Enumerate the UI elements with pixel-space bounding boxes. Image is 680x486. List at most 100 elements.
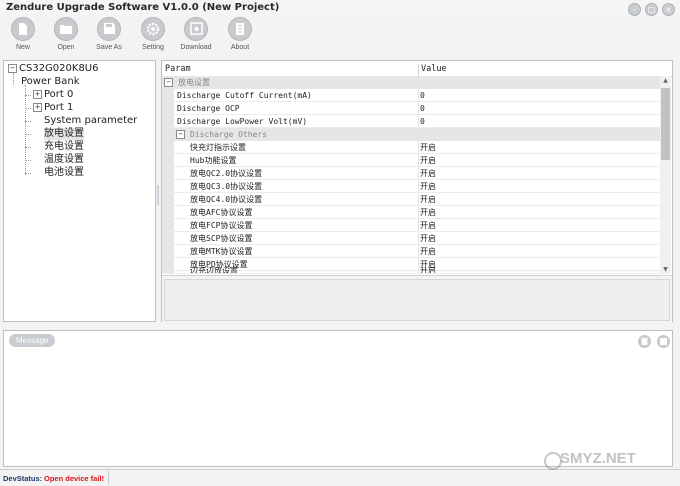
table-row[interactable]: 放电QC3.0协议设置 开启 — [162, 180, 660, 193]
table-row[interactable]: 放电FCP协议设置 开启 — [162, 219, 660, 232]
grid-scrollbar[interactable]: ▲ ▼ — [660, 76, 671, 274]
description-area — [162, 275, 672, 322]
table-row[interactable]: Hub功能设置 开启 — [162, 154, 660, 167]
toolbar: New Open Save As Setting Download About — [0, 16, 680, 56]
save-as-label: Save As — [96, 44, 122, 51]
tree-item-label: Port 1 — [44, 102, 74, 113]
tree-item-label: 电池设置 — [44, 167, 84, 178]
message-panel: Message — [3, 330, 673, 467]
collapse-icon[interactable]: − — [164, 76, 175, 89]
folder-icon — [54, 17, 78, 41]
expand-icon[interactable]: + — [33, 90, 42, 99]
tree-item-system-parameter[interactable]: System parameter — [44, 115, 137, 127]
tree-item-temperature-settings[interactable]: 温度设置 — [44, 154, 84, 166]
gear-icon — [141, 17, 165, 41]
collapse-icon[interactable]: − — [176, 128, 187, 141]
value-cell[interactable]: 开启 — [420, 232, 436, 245]
tree-root[interactable]: − CS32G020K8U6 — [8, 63, 99, 75]
value-cell[interactable]: 开启 — [420, 219, 436, 232]
value-cell[interactable]: 开启 — [420, 193, 436, 206]
collapse-icon[interactable]: − — [8, 64, 17, 73]
param-cell: Hub功能设置 — [190, 156, 237, 165]
save-icon — [97, 17, 121, 41]
tree-item-port-1[interactable]: + Port 1 — [33, 102, 73, 114]
new-button[interactable]: New — [1, 17, 45, 51]
param-cell: 放电QC2.0协议设置 — [190, 169, 263, 178]
table-row[interactable]: Discharge LowPower Volt(mV) 0 — [162, 115, 660, 128]
grid-header: Param Value — [162, 61, 672, 79]
value-cell[interactable]: 开启 — [420, 206, 436, 219]
download-icon — [184, 17, 208, 41]
device-tree: − CS32G020K8U6 Power Bank + Port 0 + Port 1… — [3, 60, 156, 322]
watermark: SMYZ.NET — [560, 450, 636, 467]
tree-item-label: 充电设置 — [44, 141, 84, 152]
value-cell[interactable]: 开启 — [420, 167, 436, 180]
tree-item-port-0[interactable]: + Port 0 — [33, 89, 73, 101]
table-row[interactable]: 放电AFC协议设置 开启 — [162, 206, 660, 219]
tree-item-label: Port 0 — [44, 89, 74, 100]
property-grid: Param Value − 放电设置 Discharge Cutoff Curr… — [161, 60, 673, 322]
splitter-grip[interactable] — [157, 185, 159, 205]
param-cell: Discharge LowPower Volt(mV) — [177, 117, 308, 126]
table-row[interactable]: 放电QC4.0协议设置 开启 — [162, 193, 660, 206]
table-row[interactable]: Discharge OCP 0 — [162, 102, 660, 115]
new-label: New — [15, 44, 30, 51]
save-as-button[interactable]: Save As — [87, 17, 131, 51]
tree-item-charge-settings[interactable]: 充电设置 — [44, 141, 84, 153]
close-icon[interactable]: × — [662, 3, 675, 16]
maximize-icon[interactable]: □ — [645, 3, 658, 16]
device-status-label: DevStatus: — [3, 474, 43, 483]
scroll-up-icon[interactable]: ▲ — [660, 77, 671, 84]
table-row[interactable]: 放电MTK协议设置 开启 — [162, 245, 660, 258]
download-button[interactable]: Download — [174, 17, 218, 51]
setting-button[interactable]: Setting — [131, 17, 175, 51]
tree-item-label: 温度设置 — [44, 154, 84, 165]
tree-item-power-bank-label: Power Bank — [21, 76, 80, 87]
value-column-header[interactable]: Value — [421, 64, 447, 74]
tree-item-battery-settings[interactable]: 电池设置 — [44, 167, 84, 179]
param-cell: 放电MTK协议设置 — [190, 247, 253, 256]
table-row[interactable]: Discharge Cutoff Current(mA) 0 — [162, 89, 660, 102]
trash-icon[interactable] — [638, 335, 651, 348]
about-button[interactable]: About — [218, 17, 262, 51]
description-box — [164, 279, 670, 321]
param-cell: 放电QC4.0协议设置 — [190, 195, 263, 204]
category-row[interactable]: − 放电设置 — [162, 76, 660, 89]
table-row[interactable]: 放电SCP协议设置 开启 — [162, 232, 660, 245]
open-button[interactable]: Open — [44, 17, 88, 51]
value-cell[interactable]: 开启 — [420, 180, 436, 193]
param-cell: 放电QC3.0协议设置 — [190, 182, 263, 191]
info-icon — [228, 17, 252, 41]
message-tab[interactable]: Message — [9, 334, 56, 347]
minimize-icon[interactable]: – — [628, 3, 641, 16]
save-log-icon[interactable] — [657, 335, 670, 348]
value-cell[interactable]: 开启 — [420, 245, 436, 258]
scrollbar-thumb[interactable] — [661, 88, 670, 160]
tree-item-discharge-settings[interactable]: 放电设置 — [44, 128, 84, 140]
subcategory-label: Discharge Others — [190, 130, 268, 139]
expand-icon[interactable]: + — [33, 103, 42, 112]
table-row[interactable]: 快充灯指示设置 开启 — [162, 141, 660, 154]
tree-item-label: System parameter — [44, 115, 138, 126]
tree-root-label: CS32G020K8U6 — [19, 63, 99, 74]
param-cell: 边充边放设置 — [190, 267, 238, 274]
scroll-down-icon[interactable]: ▼ — [660, 266, 671, 273]
value-cell[interactable]: 开启 — [420, 141, 436, 154]
window-title: Zendure Upgrade Software V1.0.0 (New Pro… — [6, 2, 280, 13]
title-bar: Zendure Upgrade Software V1.0.0 (New Pro… — [0, 0, 680, 16]
value-cell[interactable]: 0 — [420, 102, 425, 115]
param-cell: Discharge OCP — [177, 104, 240, 113]
value-cell[interactable]: 0 — [420, 115, 425, 128]
param-cell: 放电AFC协议设置 — [190, 208, 253, 217]
param-cell: 放电FCP协议设置 — [190, 221, 253, 230]
subcategory-row[interactable]: − Discharge Others — [162, 128, 660, 141]
table-row[interactable]: 放电QC2.0协议设置 开启 — [162, 167, 660, 180]
value-cell[interactable]: 开启 — [420, 154, 436, 167]
value-cell[interactable]: 开启 — [420, 267, 436, 273]
table-row[interactable]: 边充边放设置 开启 — [162, 267, 660, 274]
tree-item-power-bank[interactable]: Power Bank — [21, 76, 80, 88]
document-icon — [11, 17, 35, 41]
param-column-header[interactable]: Param — [165, 64, 191, 74]
param-cell: 快充灯指示设置 — [190, 143, 246, 152]
value-cell[interactable]: 0 — [420, 89, 425, 102]
